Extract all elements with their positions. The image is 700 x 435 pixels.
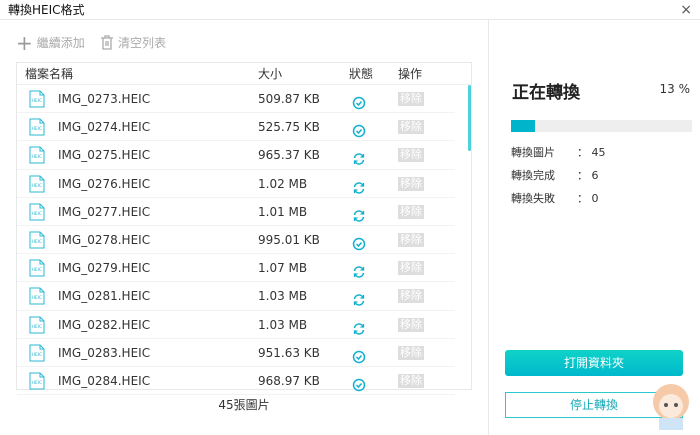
file-size: 995.01 KB	[258, 232, 320, 247]
file-name: IMG_0278.HEIC	[58, 232, 151, 247]
table-row: HEIC IMG_0277.HEIC 1.01 MB 移除	[17, 198, 455, 226]
remove-button[interactable]: 移除	[398, 373, 424, 388]
file-panel: + 繼續添加 清空列表 檔案名稱 大小 狀態 操作 HEIC IMG_0273.…	[0, 20, 489, 435]
remove-button[interactable]: 移除	[398, 345, 424, 360]
table-row: HEIC IMG_0273.HEIC 509.87 KB 移除	[17, 85, 455, 114]
title-bar: 轉換HEIC格式 ×	[0, 0, 700, 20]
file-name: IMG_0274.HEIC	[58, 120, 151, 135]
file-table: 檔案名稱 大小 狀態 操作 HEIC IMG_0273.HEIC 509.87 …	[16, 62, 472, 396]
progress-title: 正在轉換	[512, 83, 580, 103]
file-size: 951.63 KB	[258, 345, 320, 360]
file-size: 1.07 MB	[258, 261, 308, 276]
table-row: HEIC IMG_0275.HEIC 965.37 KB 移除	[17, 141, 455, 170]
table-row: HEIC IMG_0281.HEIC 1.03 MB 移除	[17, 282, 455, 311]
svg-text:HEIC: HEIC	[32, 324, 43, 330]
file-name: IMG_0279.HEIC	[58, 261, 151, 276]
add-more-button[interactable]: + 繼續添加	[16, 30, 85, 55]
file-size: 509.87 KB	[258, 92, 320, 106]
progress-percent: 13 %	[659, 82, 691, 96]
svg-text:HEIC: HEIC	[32, 352, 43, 358]
svg-text:HEIC: HEIC	[32, 98, 43, 104]
file-name: IMG_0284.HEIC	[58, 373, 151, 388]
file-size: 525.75 KB	[258, 120, 320, 135]
mascot-image	[653, 384, 689, 430]
stat-failed: 轉換失敗： 0	[511, 192, 599, 205]
remove-button[interactable]: 移除	[398, 317, 424, 332]
remove-button[interactable]: 移除	[398, 232, 424, 247]
file-name: IMG_0276.HEIC	[58, 176, 151, 191]
plus-icon: +	[16, 30, 33, 55]
stat-done: 轉換完成： 6	[511, 169, 599, 182]
remove-button[interactable]: 移除	[398, 204, 424, 219]
progress-fill	[511, 120, 535, 132]
svg-text:HEIC: HEIC	[32, 239, 43, 245]
file-name: IMG_0273.HEIC	[58, 92, 151, 106]
file-size: 968.97 KB	[258, 373, 320, 388]
remove-button[interactable]: 移除	[398, 92, 424, 106]
remove-button[interactable]: 移除	[398, 176, 424, 191]
file-size: 965.37 KB	[258, 148, 320, 163]
file-size: 1.03 MB	[258, 317, 308, 332]
svg-text:HEIC: HEIC	[32, 380, 43, 386]
remove-button[interactable]: 移除	[398, 148, 424, 163]
remove-button[interactable]: 移除	[398, 289, 424, 304]
file-name: IMG_0275.HEIC	[58, 148, 151, 163]
remove-button[interactable]: 移除	[398, 120, 424, 135]
svg-text:HEIC: HEIC	[32, 126, 43, 132]
progress-panel: 正在轉換 13 % 轉換圖片： 45 轉換完成： 6 轉換失敗： 0 打開資料夾…	[490, 20, 700, 435]
stat-total: 轉換圖片： 45	[511, 146, 606, 159]
file-size: 1.01 MB	[258, 204, 308, 219]
open-folder-button[interactable]: 打開資料夾	[505, 350, 683, 376]
svg-text:HEIC: HEIC	[32, 154, 43, 160]
file-count: 45張圖片	[218, 398, 270, 412]
table-row: HEIC IMG_0274.HEIC 525.75 KB 移除	[17, 113, 455, 142]
svg-text:HEIC: HEIC	[32, 267, 43, 273]
file-size: 1.03 MB	[258, 289, 308, 304]
table-row: HEIC IMG_0282.HEIC 1.03 MB 移除	[17, 311, 455, 339]
remove-button[interactable]: 移除	[398, 261, 424, 276]
table-row: HEIC IMG_0279.HEIC 1.07 MB 移除	[17, 254, 455, 283]
svg-text:HEIC: HEIC	[32, 211, 43, 217]
progress-bar	[511, 120, 692, 132]
file-name: IMG_0283.HEIC	[58, 345, 151, 360]
table-row: HEIC IMG_0276.HEIC 1.02 MB 移除	[17, 170, 455, 198]
svg-text:HEIC: HEIC	[32, 295, 43, 301]
table-header: 檔案名稱 大小 狀態 操作	[17, 63, 471, 85]
file-size: 1.02 MB	[258, 176, 308, 191]
clear-list-button[interactable]: 清空列表	[100, 34, 166, 51]
table-row: HEIC IMG_0278.HEIC 995.01 KB 移除	[17, 226, 455, 255]
close-button[interactable]: ×	[680, 0, 692, 20]
file-name: IMG_0282.HEIC	[58, 317, 151, 332]
file-name: IMG_0281.HEIC	[58, 289, 151, 304]
table-row: HEIC IMG_0284.HEIC 968.97 KB 移除	[17, 367, 455, 396]
file-name: IMG_0277.HEIC	[58, 204, 151, 219]
table-row: HEIC IMG_0283.HEIC 951.63 KB 移除	[17, 339, 455, 367]
window-title: 轉換HEIC格式	[8, 3, 85, 17]
scrollbar[interactable]	[468, 85, 471, 151]
trash-icon	[101, 35, 113, 50]
svg-text:HEIC: HEIC	[32, 183, 43, 189]
